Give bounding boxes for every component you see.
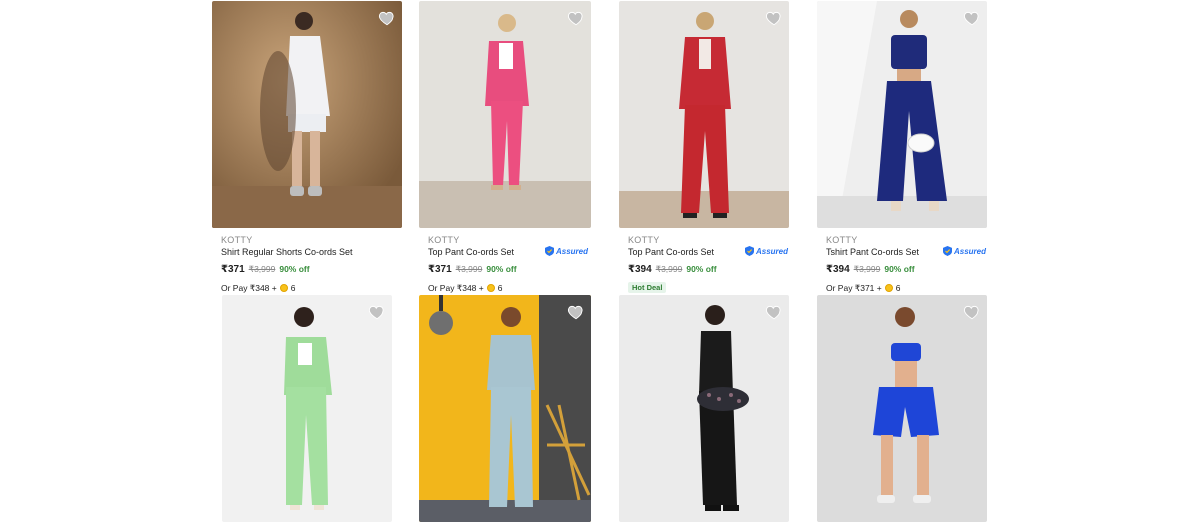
product-image[interactable] [817, 1, 987, 228]
supercoin-pay-row: Or Pay ₹348 + 6 [428, 282, 588, 294]
supercoin-pay-row: Or Pay ₹371 + 6 [826, 282, 986, 294]
product-brand: KOTTY [826, 235, 858, 245]
supercoin-icon [486, 284, 495, 292]
product-mrp: ₹3,999 [655, 264, 683, 274]
product-price: ₹371 [428, 264, 452, 275]
coin-count: 6 [895, 283, 901, 293]
product-info: KOTTY Shirt Regular Shorts Co-ords Set ₹… [221, 234, 393, 294]
product-brand: KOTTY [628, 235, 660, 245]
supercoin-icon [279, 284, 288, 292]
product-mrp: ₹3,999 [248, 264, 276, 274]
price-row: ₹394 ₹3,999 90% off [826, 263, 986, 276]
product-info: KOTTY Top Pant Co-ords Set Assured ₹394 … [628, 234, 788, 295]
product-mrp: ₹3,999 [455, 264, 483, 274]
product-mrp: ₹3,999 [853, 264, 881, 274]
assured-badge: Assured [744, 246, 788, 256]
wishlist-heart-icon[interactable] [567, 9, 585, 27]
supercoin-icon [884, 284, 893, 292]
coin-count: 6 [290, 283, 296, 293]
supercoin-pay-row: Or Pay ₹348 + 6 [221, 282, 393, 294]
price-row: ₹371 ₹3,999 90% off [428, 263, 588, 276]
wishlist-heart-icon[interactable] [963, 303, 981, 321]
product-info: KOTTY Tshirt Pant Co-ords Set Assured ₹3… [826, 234, 986, 294]
product-discount: 90% off [486, 264, 517, 274]
product-image[interactable] [619, 1, 789, 228]
wishlist-heart-icon[interactable] [368, 303, 386, 321]
product-image[interactable] [222, 295, 392, 522]
product-discount: 90% off [686, 264, 717, 274]
wishlist-heart-icon[interactable] [765, 9, 783, 27]
shield-icon [544, 246, 554, 256]
wishlist-heart-icon[interactable] [567, 303, 585, 321]
product-image[interactable] [419, 295, 591, 522]
product-image[interactable] [419, 1, 591, 228]
product-discount: 90% off [884, 264, 915, 274]
product-price: ₹394 [628, 264, 652, 275]
pay-prefix: Or Pay ₹348 + [428, 283, 484, 293]
pay-prefix: Or Pay ₹348 + [221, 283, 277, 293]
coin-count: 6 [497, 283, 503, 293]
product-image[interactable] [817, 295, 987, 522]
assured-label: Assured [755, 246, 788, 256]
pay-prefix: Or Pay ₹371 + [826, 283, 882, 293]
product-price: ₹371 [221, 264, 245, 275]
wishlist-heart-icon[interactable] [963, 9, 981, 27]
assured-badge: Assured [942, 246, 986, 256]
product-price: ₹394 [826, 264, 850, 275]
product-info: KOTTY Top Pant Co-ords Set Assured ₹371 … [428, 234, 588, 294]
product-discount: 90% off [279, 264, 310, 274]
product-brand: KOTTY [428, 235, 460, 245]
wishlist-heart-icon[interactable] [378, 9, 396, 27]
product-image[interactable] [212, 1, 402, 228]
hot-deal-badge: Hot Deal [628, 282, 667, 293]
product-brand: KOTTY [221, 235, 253, 245]
shield-icon [744, 246, 754, 256]
price-row: ₹371 ₹3,999 90% off [221, 263, 393, 276]
price-row: ₹394 ₹3,999 90% off [628, 263, 788, 276]
wishlist-heart-icon[interactable] [765, 303, 783, 321]
assured-label: Assured [953, 246, 986, 256]
assured-badge: Assured [544, 246, 588, 256]
product-image[interactable] [619, 295, 789, 522]
assured-label: Assured [555, 246, 588, 256]
product-title[interactable]: Shirt Regular Shorts Co-ords Set [221, 246, 393, 258]
product-grid: KOTTY Shirt Regular Shorts Co-ords Set ₹… [0, 0, 1200, 525]
shield-icon [942, 246, 952, 256]
